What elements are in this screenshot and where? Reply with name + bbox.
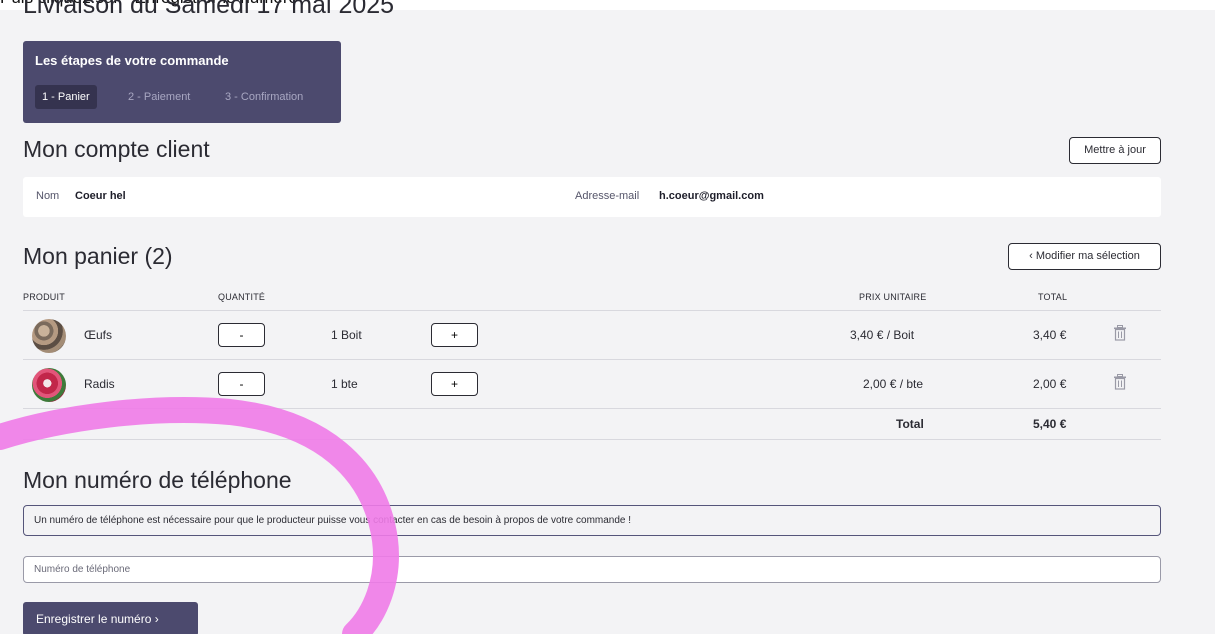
- save-phone-button[interactable]: Enregistrer le numéro ›: [23, 602, 198, 634]
- col-header-unit-price: PRIX UNITAIRE: [859, 292, 927, 302]
- order-steps-title: Les étapes de votre commande: [35, 53, 229, 68]
- account-section-title: Mon compte client: [23, 136, 210, 162]
- delivery-title: Livraison du Samedi 17 mai 2025: [23, 0, 395, 19]
- increase-quantity-button[interactable]: +: [431, 323, 478, 347]
- phone-input[interactable]: [23, 556, 1161, 583]
- line-total: 2,00 €: [1033, 377, 1067, 391]
- table-divider: [23, 408, 1161, 409]
- cart-section-title: Mon panier (2): [23, 243, 173, 269]
- product-name: Œufs: [84, 328, 113, 342]
- order-steps-panel: Les étapes de votre commande 1 - Panier …: [23, 41, 341, 123]
- chevron-left-icon: ‹: [1029, 250, 1036, 262]
- col-header-total: TOTAL: [1038, 292, 1068, 302]
- table-row: Œufs - 1 Boit + 3,40 € / Boit 3,40 €: [23, 311, 1161, 359]
- modify-selection-button[interactable]: ‹ Modifier ma sélection: [1008, 243, 1161, 270]
- modify-selection-label: Modifier ma sélection: [1035, 250, 1140, 262]
- phone-section-title: Mon numéro de téléphone: [23, 467, 292, 493]
- cart-total-value: 5,40 €: [1033, 417, 1067, 431]
- quantity-value: 1 bte: [331, 377, 358, 391]
- product-name: Radis: [84, 377, 115, 391]
- table-row: Radis - 1 bte + 2,00 € / bte 2,00 €: [23, 360, 1161, 408]
- table-divider: [23, 439, 1161, 440]
- update-account-button[interactable]: Mettre à jour: [1069, 137, 1161, 164]
- step-panier[interactable]: 1 - Panier: [35, 85, 97, 109]
- increase-quantity-button[interactable]: +: [431, 372, 478, 396]
- decrease-quantity-button[interactable]: -: [218, 372, 265, 396]
- quantity-value: 1 Boit: [331, 328, 362, 342]
- col-header-product: PRODUIT: [23, 292, 65, 302]
- product-image-radish: [32, 368, 66, 402]
- product-image-eggs: [32, 319, 66, 353]
- email-label: Adresse-mail: [575, 190, 640, 202]
- trash-icon[interactable]: [1113, 325, 1127, 341]
- account-card: Nom Coeur hel Adresse-mail h.coeur@gmail…: [23, 177, 1161, 217]
- col-header-quantity: QUANTITÉ: [218, 292, 266, 302]
- name-value: Coeur hel: [75, 190, 126, 202]
- phone-info-box: Un numéro de téléphone est nécessaire po…: [23, 505, 1161, 536]
- step-paiement[interactable]: 2 - Paiement: [121, 85, 197, 109]
- name-label: Nom: [36, 190, 60, 202]
- cart-total-label: Total: [896, 417, 924, 431]
- step-confirmation[interactable]: 3 - Confirmation: [218, 85, 310, 109]
- unit-price: 3,40 € / Boit: [850, 328, 915, 342]
- line-total: 3,40 €: [1033, 328, 1067, 342]
- decrease-quantity-button[interactable]: -: [218, 323, 265, 347]
- email-value: h.coeur@gmail.com: [659, 190, 764, 202]
- trash-icon[interactable]: [1113, 374, 1127, 390]
- unit-price: 2,00 € / bte: [863, 377, 924, 391]
